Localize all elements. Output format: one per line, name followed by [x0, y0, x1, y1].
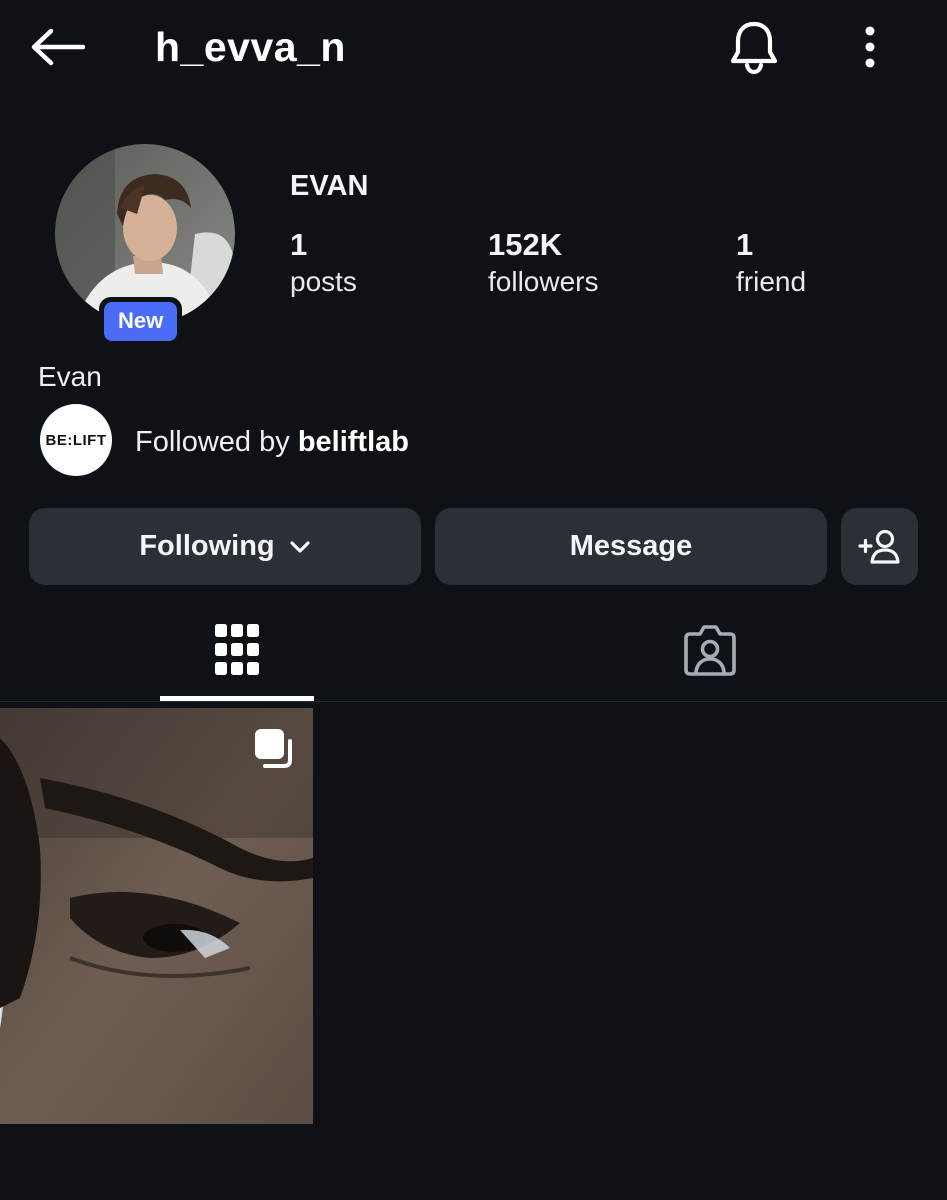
followed-by-prefix: Followed by [135, 426, 298, 458]
add-friend-button[interactable] [841, 508, 918, 585]
arrow-left-icon [31, 28, 85, 66]
display-name: EVAN [290, 170, 369, 202]
tab-tagged[interactable] [633, 600, 787, 700]
posts-stat[interactable]: 1 posts [290, 226, 357, 300]
friends-label: friend [736, 266, 807, 297]
grid-icon [215, 624, 259, 675]
tab-posts-grid[interactable] [160, 600, 314, 700]
tagged-person-icon [684, 625, 736, 676]
profile-username: h_evva_n [155, 24, 346, 70]
posts-label: posts [290, 266, 357, 297]
friends-count: 1 [736, 227, 754, 262]
message-button[interactable]: Message [435, 508, 827, 585]
message-button-label: Message [569, 530, 693, 562]
chevron-down-icon [289, 540, 311, 554]
posts-count: 1 [290, 227, 308, 262]
back-button[interactable] [26, 22, 88, 72]
following-button-label: Following [139, 530, 275, 562]
notifications-button[interactable] [724, 16, 784, 78]
belift-logo: BE:LIFT [45, 431, 107, 449]
followers-count: 152K [488, 227, 563, 262]
followed-by-account[interactable]: beliftlab [298, 426, 409, 458]
mutual-follower-avatar[interactable]: BE:LIFT [40, 404, 112, 476]
new-badge-container: New [99, 297, 183, 346]
more-vertical-icon [865, 26, 875, 68]
tabs-divider [0, 701, 947, 702]
followers-stat[interactable]: 152K followers [488, 226, 598, 300]
friends-stat[interactable]: 1 friend [736, 226, 806, 300]
new-badge: New [104, 302, 178, 341]
multiple-posts-icon [255, 729, 292, 768]
following-button[interactable]: Following [29, 508, 421, 585]
followed-by-text: Followed by beliftlab [135, 423, 409, 461]
more-options-button[interactable] [845, 18, 895, 76]
bio-name: Evan [38, 361, 102, 392]
bell-icon [730, 21, 778, 75]
add-person-icon [857, 529, 900, 564]
followers-label: followers [488, 266, 599, 297]
